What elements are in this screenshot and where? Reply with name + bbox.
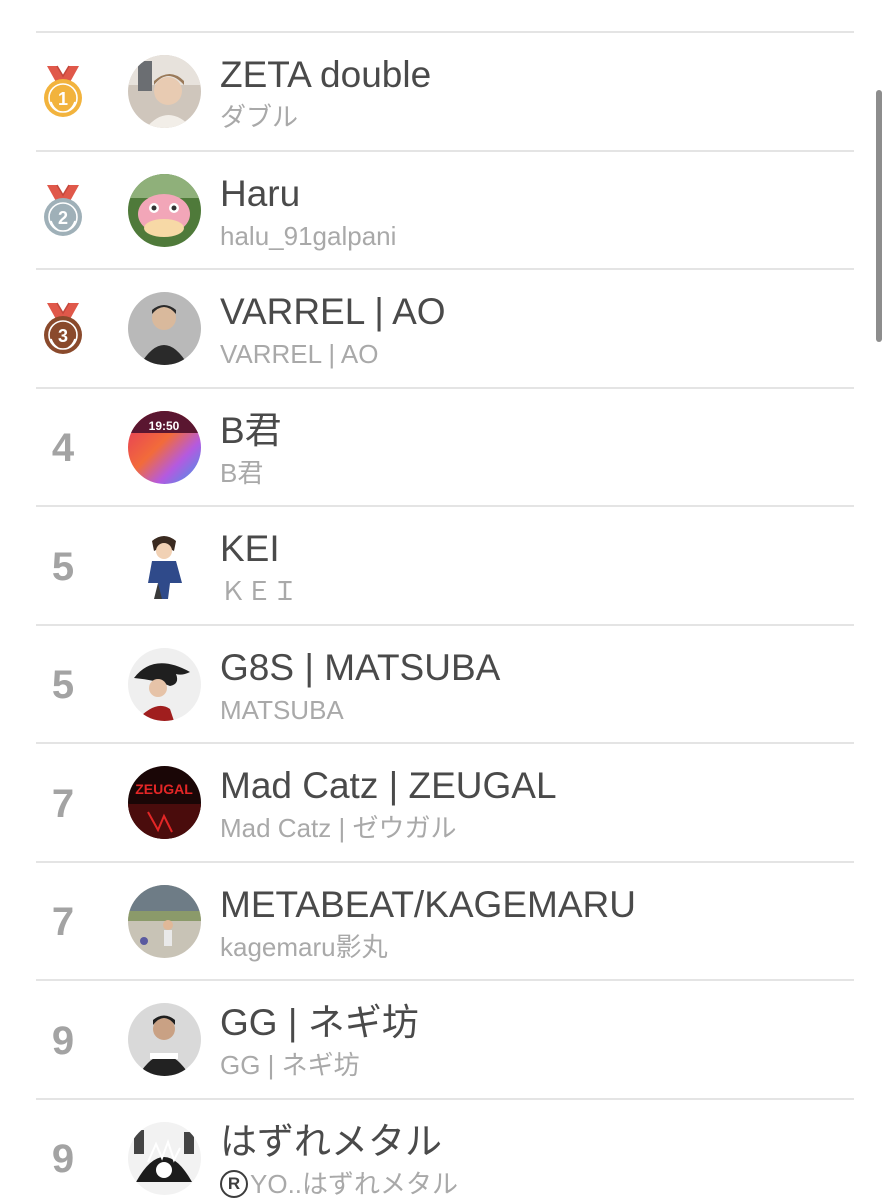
player-name: G8S | MATSUBA [220,646,501,688]
ranking-row[interactable]: 5 KEI ＫＥＩ [0,507,890,626]
player-handle: VARREL | AO [220,339,379,369]
player-handle: ダブル [220,102,299,132]
player-handle: halu_91galpani [220,220,397,251]
player-name: はずれメタル [220,1120,442,1162]
avatar[interactable] [128,1003,201,1076]
ranking-row[interactable]: 4 19:50 B君 B君 [0,389,890,507]
player-name: ZETA double [220,54,432,95]
scrollbar[interactable] [876,90,882,342]
player-name: GG | ネギ坊 [220,1002,419,1043]
registered-mark-icon: R [220,1170,248,1199]
svg-text:19:50: 19:50 [149,419,180,433]
avatar[interactable] [128,292,201,365]
rank-number: 9 [51,1137,75,1181]
rank-number: 4 [51,426,75,470]
player-handle: ＫＥＩ [220,576,299,606]
avatar[interactable] [128,55,201,128]
avatar[interactable] [128,884,201,958]
avatar[interactable] [128,1121,201,1195]
silver-medal-icon: 2 [30,152,96,270]
avatar[interactable] [128,529,201,602]
player-handle: B君 [220,457,264,488]
player-handle: GG | ネギ坊 [220,1050,360,1080]
svg-text:3: 3 [58,326,68,346]
player-handle: kagemaru影丸 [220,931,388,962]
ranking-row[interactable]: 9 GG | ネギ坊 GG | ネギ坊 [0,981,890,1100]
ranking-screen: 1 ZETA double ダブル 2 Haru halu_91galpani … [0,0,890,1200]
player-handle-text: YO..はずれメタル [250,1168,459,1199]
svg-text:2: 2 [58,208,68,228]
ranking-row[interactable]: 7 METABEAT/KAGEMARU kagemaru影丸 [0,863,890,981]
ranking-row[interactable]: 3 VARREL | AO VARREL | AO [0,270,890,389]
rank-number: 9 [51,1018,75,1063]
bronze-medal-icon: 3 [30,270,96,388]
ranking-row[interactable]: 2 Haru halu_91galpani [0,152,890,270]
ranking-row[interactable]: 5 G8S | MATSUBA MATSUBA [0,626,890,744]
player-name: Mad Catz | ZEUGAL [220,765,557,806]
rank-number: 5 [51,544,75,589]
rank-number: 7 [51,781,75,826]
ranking-row[interactable]: 7 ZEUGAL Mad Catz | ZEUGAL Mad Catz | ゼウ… [0,744,890,863]
gold-medal-icon: 1 [30,33,96,151]
rank-number: 5 [51,663,75,707]
avatar[interactable]: 19:50 [128,410,201,484]
avatar[interactable] [128,647,201,721]
ranking-row[interactable]: 1 ZETA double ダブル [0,33,890,152]
svg-text:1: 1 [58,89,68,109]
ranking-row[interactable]: 9 はずれメタル R YO..はずれメタル [0,1100,890,1200]
player-handle: MATSUBA [220,694,344,725]
player-name: B君 [220,409,282,451]
player-name: VARREL | AO [220,291,446,332]
player-handle: Mad Catz | ゼウガル [220,813,457,843]
avatar[interactable]: ZEUGAL [128,766,201,839]
player-name: METABEAT/KAGEMARU [220,883,636,925]
player-name: KEI [220,528,280,569]
avatar[interactable] [128,173,201,247]
svg-text:ZEUGAL: ZEUGAL [135,781,193,797]
rank-number: 7 [51,900,75,944]
player-name: Haru [220,172,301,214]
player-handle: R YO..はずれメタル [220,1168,458,1200]
